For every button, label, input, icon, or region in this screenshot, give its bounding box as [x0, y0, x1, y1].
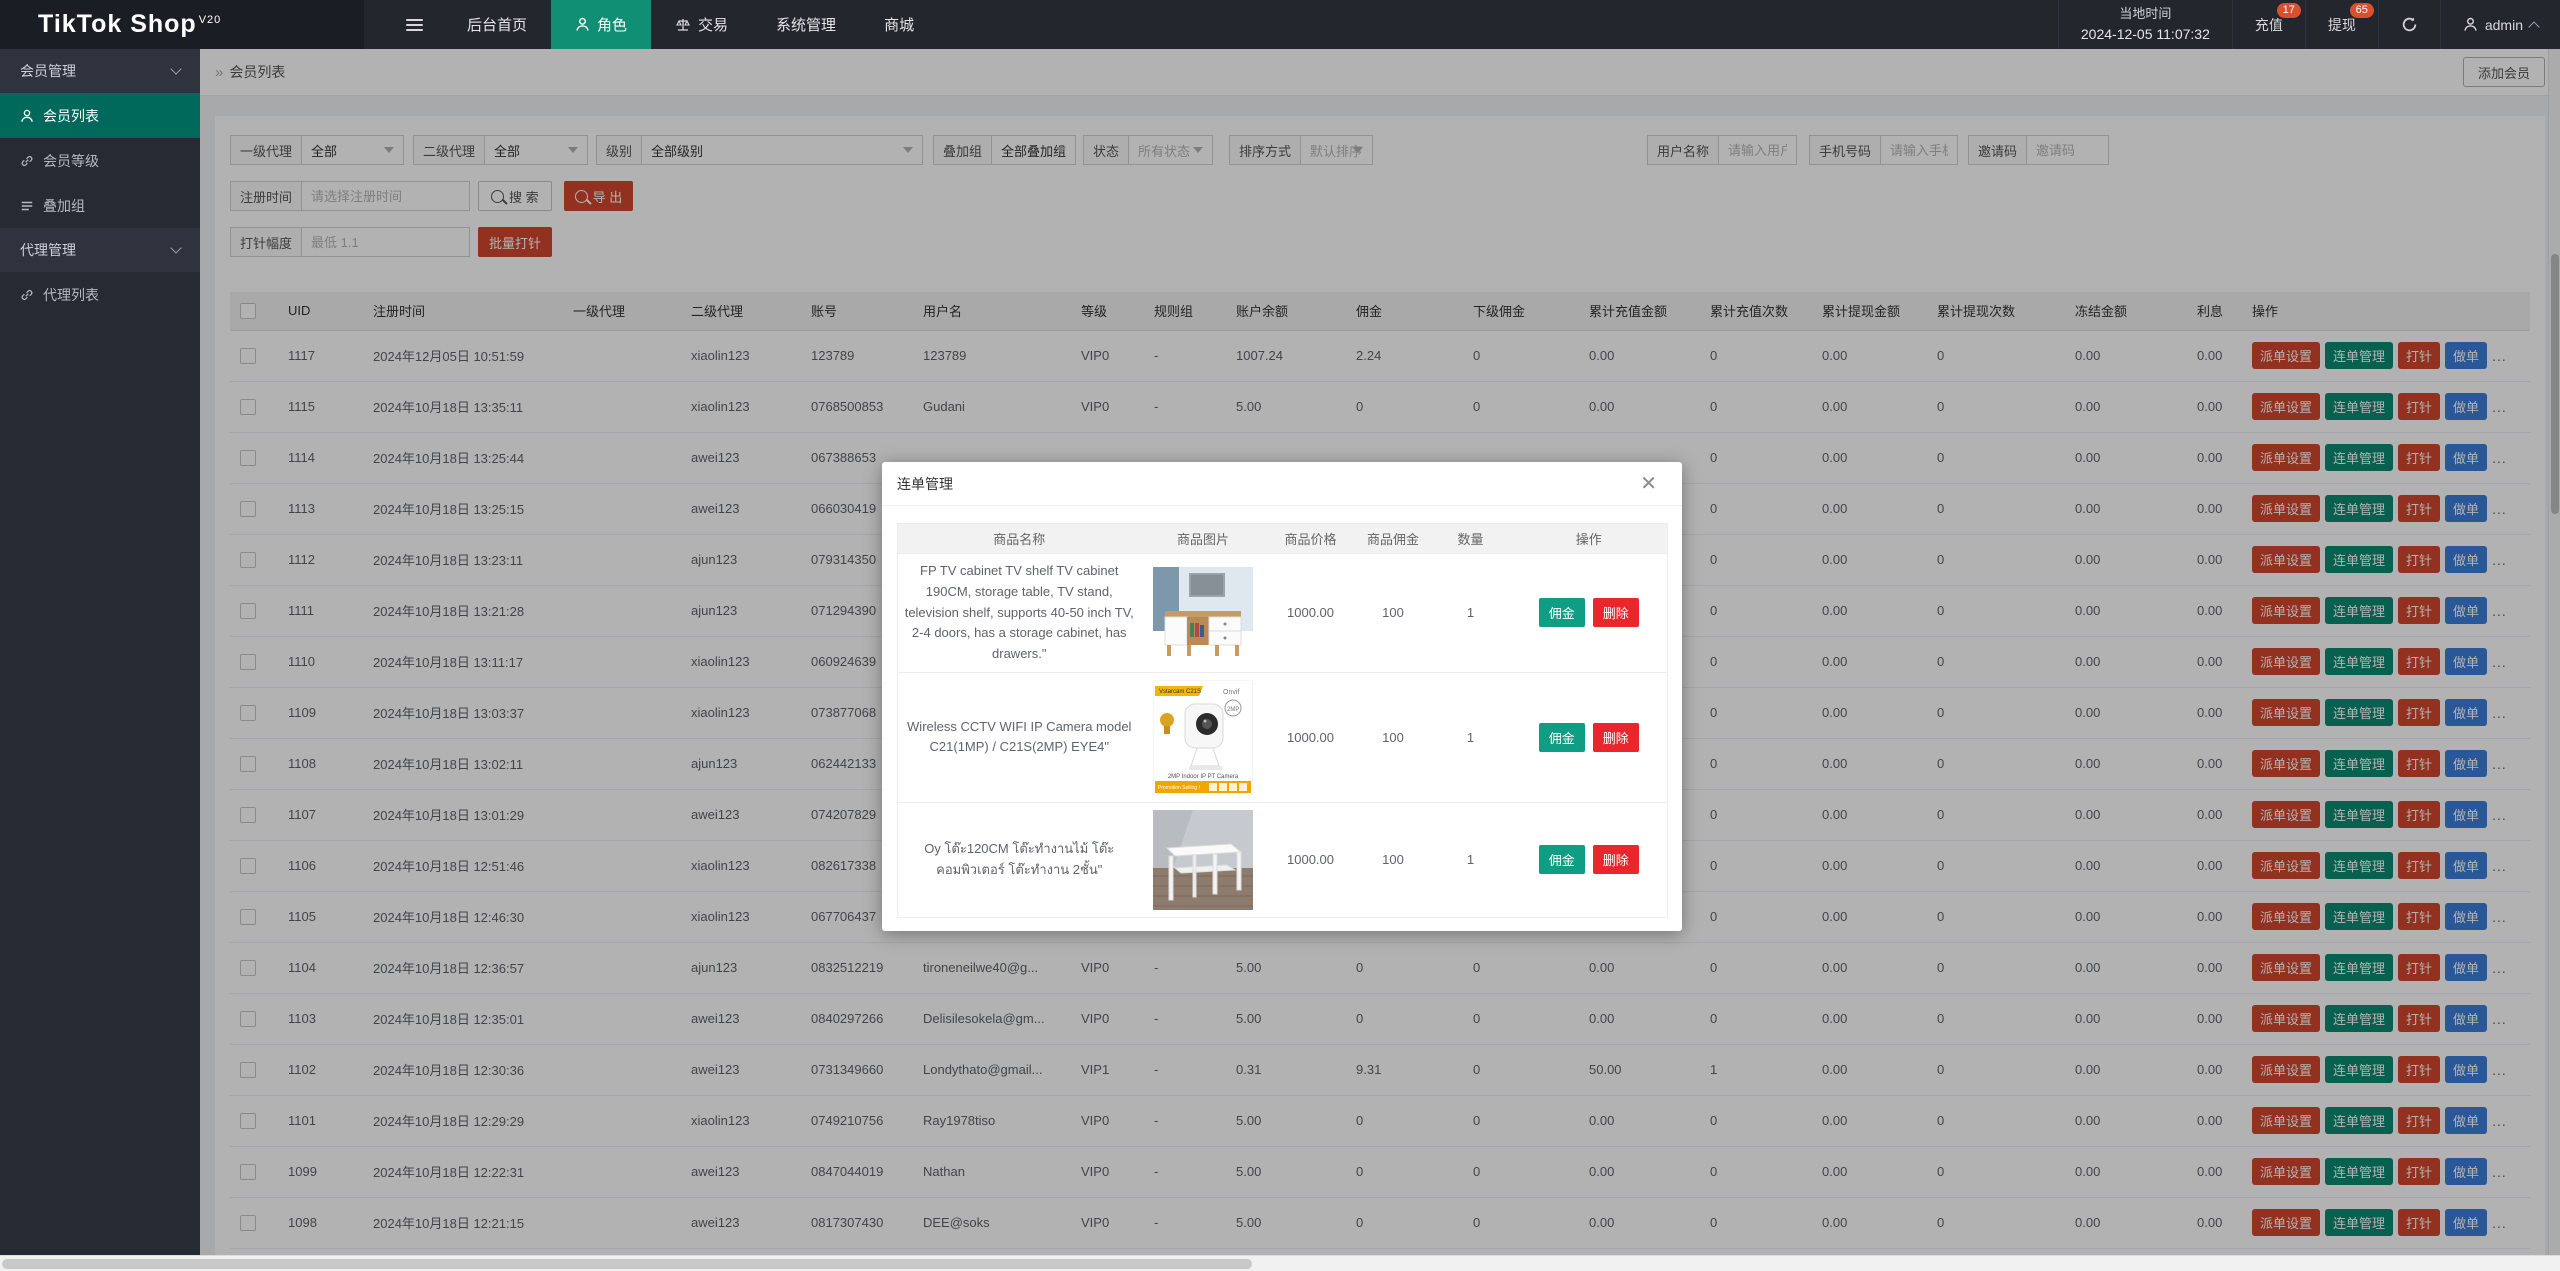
delete-button[interactable]: 删除	[1593, 723, 1639, 752]
product-row: Oy โต๊ะ120CM โต๊ะทำงานไม้ โต๊ะคอมพิวเตอร…	[898, 802, 1668, 917]
product-row: Wireless CCTV WIFI IP Camera model C21(1…	[898, 672, 1668, 802]
username: admin	[2485, 17, 2523, 33]
tv-cabinet-image	[1153, 567, 1253, 659]
user-menu[interactable]: admin	[2440, 0, 2560, 49]
modal-column-header: 商品名称	[898, 524, 1141, 554]
product-image-cell	[1141, 554, 1266, 673]
modal-column-header: 操作	[1511, 524, 1668, 554]
user-avatar-icon	[2463, 17, 2478, 32]
recharge-badge: 17	[2277, 3, 2301, 18]
refresh-button[interactable]	[2378, 0, 2440, 49]
modal-column-header: 商品图片	[1141, 524, 1266, 554]
scales-icon	[675, 17, 691, 33]
refresh-icon	[2401, 16, 2418, 33]
sidebar-group-members[interactable]: 会员管理	[0, 49, 200, 93]
sidebar: 会员管理 会员列表 会员等级 叠加组 代理管理 代理列表	[0, 49, 200, 1255]
sidebar-item-agent-list[interactable]: 代理列表	[0, 272, 200, 317]
ip-camera-image: Vstarcam C21S Onvif 2MP 2MP Indoor IP PT…	[1153, 680, 1253, 795]
product-name: Oy โต๊ะ120CM โต๊ะทำงานไม้ โต๊ะคอมพิวเตอร…	[898, 802, 1141, 917]
product-name: FP TV cabinet TV shelf TV cabinet 190CM,…	[898, 554, 1141, 673]
link-icon	[20, 154, 34, 168]
product-price: 1000.00	[1266, 554, 1356, 673]
commission-button[interactable]: 佣金	[1539, 598, 1585, 627]
svg-text:2MP: 2MP	[1227, 707, 1239, 713]
chevron-down-icon	[170, 63, 181, 74]
recharge-menu[interactable]: 充值 17	[2232, 0, 2305, 49]
product-image-cell: Vstarcam C21S Onvif 2MP 2MP Indoor IP PT…	[1141, 672, 1266, 802]
nav-menu: 后台首页 角色 交易 系统管理 商城	[364, 0, 938, 49]
product-price: 1000.00	[1266, 672, 1356, 802]
main-content: » 会员列表 添加会员 一级代理 全部 二级代理 全部 级别 全部级别 叠加组 …	[200, 49, 2560, 1255]
local-time: 当地时间 2024-12-05 11:07:32	[2058, 0, 2232, 49]
logo: TikTok ShopV20	[0, 0, 364, 49]
delete-button[interactable]: 删除	[1593, 845, 1639, 874]
nav-item-mall[interactable]: 商城	[860, 0, 938, 49]
chevron-up-icon	[2528, 21, 2539, 32]
svg-text:Vstarcam C21S: Vstarcam C21S	[1159, 689, 1201, 695]
close-icon[interactable]: ✕	[1640, 474, 1657, 494]
modal-column-header: 商品佣金	[1356, 524, 1431, 554]
hamburger-icon	[406, 16, 423, 34]
svg-text:Onvif: Onvif	[1223, 689, 1239, 696]
link-icon	[20, 288, 34, 302]
hamburger-menu-button[interactable]	[386, 0, 443, 49]
product-qty: 1	[1431, 672, 1511, 802]
nav-item-transactions[interactable]: 交易	[651, 0, 752, 49]
commission-button[interactable]: 佣金	[1539, 723, 1585, 752]
person-icon	[20, 109, 34, 123]
product-row: FP TV cabinet TV shelf TV cabinet 190CM,…	[898, 554, 1668, 673]
product-price: 1000.00	[1266, 802, 1356, 917]
commission-button[interactable]: 佣金	[1539, 845, 1585, 874]
product-name: Wireless CCTV WIFI IP Camera model C21(1…	[898, 672, 1141, 802]
sidebar-item-member-level[interactable]: 会员等级	[0, 138, 200, 183]
chain-order-modal: 连单管理 ✕ 商品名称商品图片商品价格商品佣金数量操作 FP TV cabine…	[882, 462, 1682, 931]
product-image-cell	[1141, 802, 1266, 917]
horizontal-scrollbar	[0, 1255, 2560, 1271]
delete-button[interactable]: 删除	[1593, 598, 1639, 627]
sidebar-item-member-list[interactable]: 会员列表	[0, 93, 200, 138]
sidebar-item-stack-group[interactable]: 叠加组	[0, 183, 200, 228]
nav-item-roles[interactable]: 角色	[551, 0, 651, 49]
modal-column-header: 商品价格	[1266, 524, 1356, 554]
svg-text:2MP Indoor IP PT Camera: 2MP Indoor IP PT Camera	[1168, 774, 1239, 780]
product-actions: 佣金删除	[1511, 554, 1668, 673]
modal-products-table: 商品名称商品图片商品价格商品佣金数量操作 FP TV cabinet TV sh…	[897, 523, 1668, 918]
sidebar-group-agents[interactable]: 代理管理	[0, 228, 200, 272]
withdraw-menu[interactable]: 提现 65	[2305, 0, 2378, 49]
product-qty: 1	[1431, 554, 1511, 673]
desk-image	[1153, 810, 1253, 910]
modal-table-head-row: 商品名称商品图片商品价格商品佣金数量操作	[898, 524, 1668, 554]
product-actions: 佣金删除	[1511, 802, 1668, 917]
product-qty: 1	[1431, 802, 1511, 917]
product-commission: 100	[1356, 802, 1431, 917]
nav-item-dashboard[interactable]: 后台首页	[443, 0, 551, 49]
nav-right: 当地时间 2024-12-05 11:07:32 充值 17 提现 65 adm…	[2058, 0, 2560, 49]
modal-header: 连单管理 ✕	[882, 462, 1682, 506]
product-commission: 100	[1356, 672, 1431, 802]
modal-title: 连单管理	[897, 474, 953, 494]
withdraw-badge: 65	[2350, 3, 2374, 18]
svg-text:Promotion Selling !: Promotion Selling !	[1158, 785, 1200, 791]
modal-column-header: 数量	[1431, 524, 1511, 554]
product-commission: 100	[1356, 554, 1431, 673]
product-actions: 佣金删除	[1511, 672, 1668, 802]
person-icon	[575, 17, 590, 32]
logo-text: TikTok Shop	[38, 10, 197, 38]
modal-table-body: FP TV cabinet TV shelf TV cabinet 190CM,…	[898, 554, 1668, 918]
horizontal-scrollbar-thumb[interactable]	[2, 1259, 1252, 1269]
chevron-down-icon	[170, 242, 181, 253]
logo-version: V20	[199, 14, 222, 26]
top-navbar: TikTok ShopV20 后台首页 角色 交易 系统管理 商城 当地时间 2…	[0, 0, 2560, 49]
list-icon	[20, 199, 34, 213]
nav-item-system[interactable]: 系统管理	[752, 0, 860, 49]
